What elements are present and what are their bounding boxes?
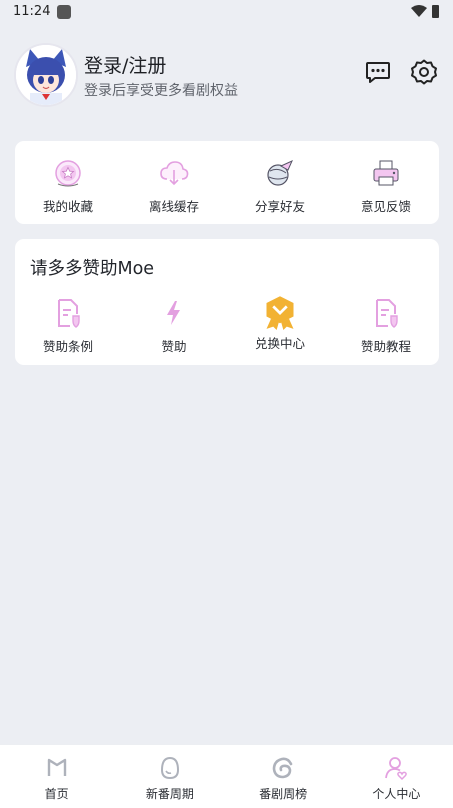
profile-header[interactable]: 登录/注册 登录后享受更多看剧权益 xyxy=(14,43,439,107)
sponsor-item-label: 赞助条例 xyxy=(42,339,93,354)
swirl-icon xyxy=(272,757,293,779)
document-shield-icon xyxy=(376,299,398,328)
quick-actions-card: 我的收藏 离线缓存 分享好友 意见反馈 xyxy=(15,141,439,224)
quick-action-feedback[interactable]: 意见反馈 xyxy=(333,157,439,215)
bottom-tab-bar: 首页 新番周期 番剧周榜 个人中心 xyxy=(0,744,453,808)
quick-action-label: 离线缓存 xyxy=(148,199,199,214)
quick-action-label: 分享好友 xyxy=(254,199,305,214)
lightning-icon xyxy=(167,301,180,325)
sponsor-tutorial[interactable]: 赞助教程 xyxy=(333,297,439,355)
tab-label: 番剧周榜 xyxy=(259,787,308,801)
sponsor-item-label: 赞助 xyxy=(161,339,187,354)
tab-weekly-ranking[interactable]: 番剧周榜 xyxy=(227,745,340,808)
status-time: 11:24 xyxy=(13,4,51,19)
cloud-download-icon xyxy=(160,161,189,186)
document-shield-icon xyxy=(58,299,80,328)
status-bar: 11:24 xyxy=(0,0,453,26)
sponsor-rules[interactable]: 赞助条例 xyxy=(15,297,121,355)
message-icon[interactable] xyxy=(364,58,392,86)
quick-action-share[interactable]: 分享好友 xyxy=(227,157,333,215)
avatar[interactable] xyxy=(14,43,78,107)
egg-icon xyxy=(160,756,179,780)
sponsor-exchange-center[interactable]: 兑换中心 xyxy=(227,296,333,355)
battery-icon xyxy=(432,5,439,18)
tab-label: 新番周期 xyxy=(145,787,194,801)
home-m-icon xyxy=(47,758,66,776)
share-globe-icon xyxy=(267,160,293,186)
settings-gear-icon[interactable] xyxy=(410,58,438,86)
wifi-icon xyxy=(411,5,427,17)
sponsor-item-label: 兑换中心 xyxy=(254,336,305,351)
sponsor-card: 请多多赞助Moe 赞助条例 赞助 兑换中心 赞助教程 xyxy=(15,239,439,365)
tab-home[interactable]: 首页 xyxy=(0,745,113,808)
tab-personal-center[interactable]: 个人中心 xyxy=(340,745,453,808)
login-benefit-subtitle: 登录后享受更多看剧权益 xyxy=(84,83,238,99)
favorite-badge-icon xyxy=(55,160,81,187)
sponsor-title: 请多多赞助Moe xyxy=(30,259,155,279)
notification-icon xyxy=(57,5,71,19)
feedback-printer-icon xyxy=(373,160,399,186)
quick-action-label: 我的收藏 xyxy=(42,199,93,214)
anime-avatar-icon xyxy=(16,45,76,105)
quick-action-label: 意见反馈 xyxy=(360,199,411,214)
sponsor-donate[interactable]: 赞助 xyxy=(121,297,227,355)
quick-action-offline-cache[interactable]: 离线缓存 xyxy=(121,157,227,215)
quick-action-favorites[interactable]: 我的收藏 xyxy=(15,157,121,215)
tab-new-season[interactable]: 新番周期 xyxy=(113,745,226,808)
tab-label: 个人中心 xyxy=(372,787,421,801)
tab-label: 首页 xyxy=(44,787,69,801)
sponsor-item-label: 赞助教程 xyxy=(360,339,411,354)
login-register-title[interactable]: 登录/注册 xyxy=(84,51,166,78)
exchange-medal-icon xyxy=(266,296,294,330)
user-heart-icon xyxy=(385,757,408,781)
